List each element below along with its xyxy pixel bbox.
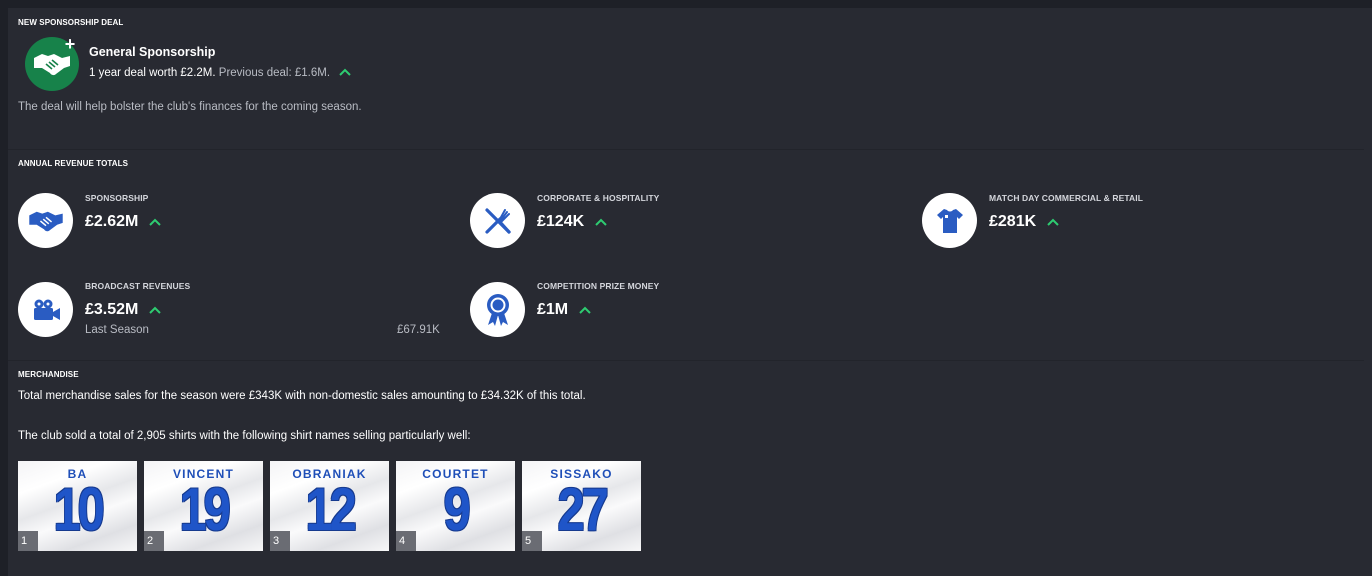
rosette-icon xyxy=(470,282,525,337)
divider xyxy=(8,149,1364,150)
merchandise-sales-text: Total merchandise sales for the season w… xyxy=(18,390,586,402)
matchday-amount: £281K xyxy=(989,213,1037,231)
matchday-value: £281K xyxy=(989,213,1059,231)
revenue-section-title: ANNUAL REVENUE TOTALS xyxy=(18,159,129,168)
shirt-card[interactable]: OBRANIAK 12 3 xyxy=(270,461,389,551)
deal-description: The deal will help bolster the club's fi… xyxy=(18,101,362,113)
shirt-rank-badge: 2 xyxy=(144,531,164,551)
trend-up-icon xyxy=(594,213,607,231)
camera-icon xyxy=(18,282,73,337)
trend-up-icon xyxy=(339,67,351,79)
prize-value: £1M xyxy=(537,301,591,319)
shirt-rank-badge: 5 xyxy=(522,531,542,551)
shirt-number: 9 xyxy=(443,476,470,543)
shirt-number: 10 xyxy=(53,476,104,543)
corporate-amount: £124K xyxy=(537,213,585,231)
new-deal-section-title: NEW SPONSORSHIP DEAL xyxy=(18,18,124,27)
deal-value-text: 1 year deal worth £2.2M. xyxy=(89,67,216,80)
cutlery-icon xyxy=(470,193,525,248)
last-season-value: £67.91K xyxy=(397,324,440,336)
broadcast-label: BROADCAST REVENUES xyxy=(85,281,191,291)
shirt-card[interactable]: BA 10 1 xyxy=(18,461,137,551)
corporate-value: £124K xyxy=(537,213,607,231)
shirt-number: 12 xyxy=(305,476,356,543)
trend-up-icon xyxy=(1046,213,1059,231)
last-season-label: Last Season xyxy=(85,324,149,336)
shirt-icon xyxy=(922,193,977,248)
handshake-icon xyxy=(18,193,73,248)
trend-up-icon xyxy=(149,301,161,319)
prize-amount: £1M xyxy=(537,301,569,319)
deal-terms: 1 year deal worth £2.2M. Previous deal: … xyxy=(89,67,351,79)
shirt-rank-badge: 4 xyxy=(396,531,416,551)
broadcast-value: £3.52M xyxy=(85,301,161,319)
sponsorship-value: £2.62M xyxy=(85,213,161,231)
shirt-number: 27 xyxy=(557,476,608,543)
shirt-sales-text: The club sold a total of 2,905 shirts wi… xyxy=(18,430,471,442)
previous-deal-text: Previous deal: £1.6M. xyxy=(218,67,331,80)
prize-label: COMPETITION PRIZE MONEY xyxy=(537,281,660,291)
shirt-card[interactable]: SISSAKO 27 5 xyxy=(522,461,641,551)
shirt-rank-badge: 1 xyxy=(18,531,38,551)
sponsorship-amount: £2.62M xyxy=(85,213,139,231)
matchday-label: MATCH DAY COMMERCIAL & RETAIL xyxy=(989,193,1144,203)
shirt-card[interactable]: VINCENT 19 2 xyxy=(144,461,263,551)
deal-name: General Sponsorship xyxy=(89,45,216,59)
shirt-card[interactable]: COURTET 9 4 xyxy=(396,461,515,551)
trend-up-icon xyxy=(149,213,161,231)
sponsorship-label: SPONSORSHIP xyxy=(85,193,149,203)
broadcast-amount: £3.52M xyxy=(85,301,139,319)
plus-icon: + xyxy=(64,34,76,54)
merchandise-section-title: MERCHANDISE xyxy=(18,370,79,379)
trend-up-icon xyxy=(578,301,591,319)
shirt-number: 19 xyxy=(179,476,230,543)
shirt-rank-badge: 3 xyxy=(270,531,290,551)
divider xyxy=(8,360,1364,361)
corporate-label: CORPORATE & HOSPITALITY xyxy=(537,193,660,203)
